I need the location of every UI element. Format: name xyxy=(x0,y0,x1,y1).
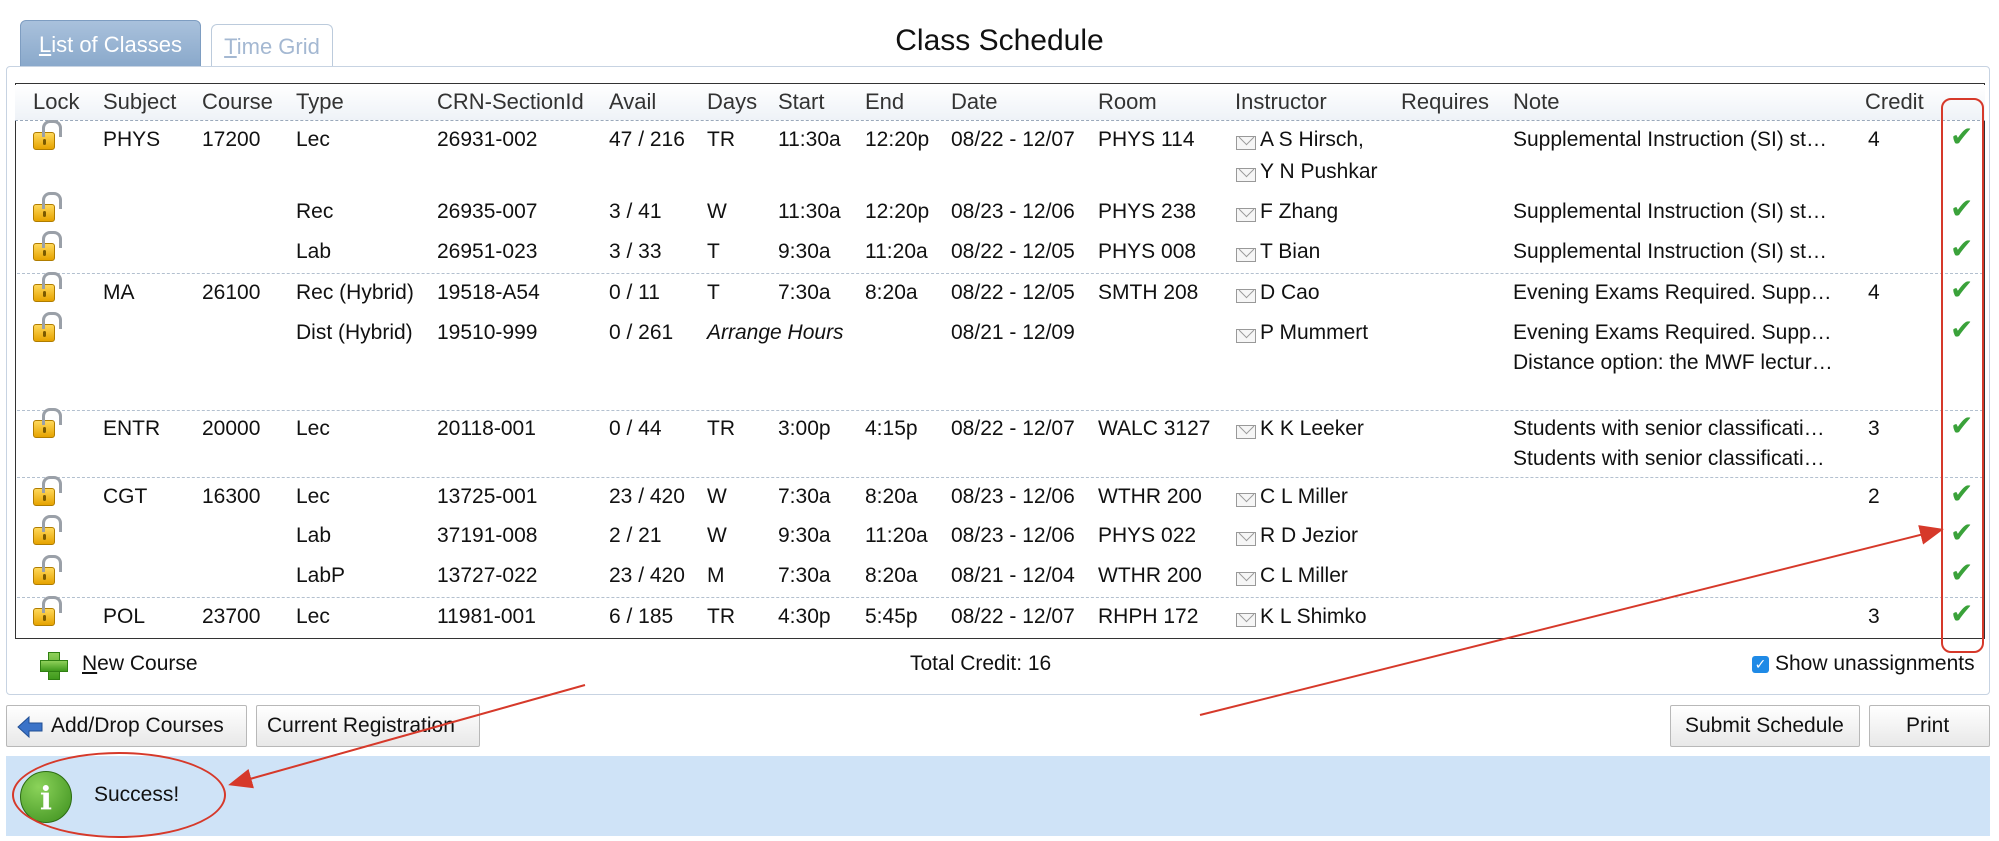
annotation-arrow-to-success xyxy=(228,684,586,789)
annotation-arrow-to-checks xyxy=(1199,525,1944,716)
annotation-arrows xyxy=(228,525,1944,789)
